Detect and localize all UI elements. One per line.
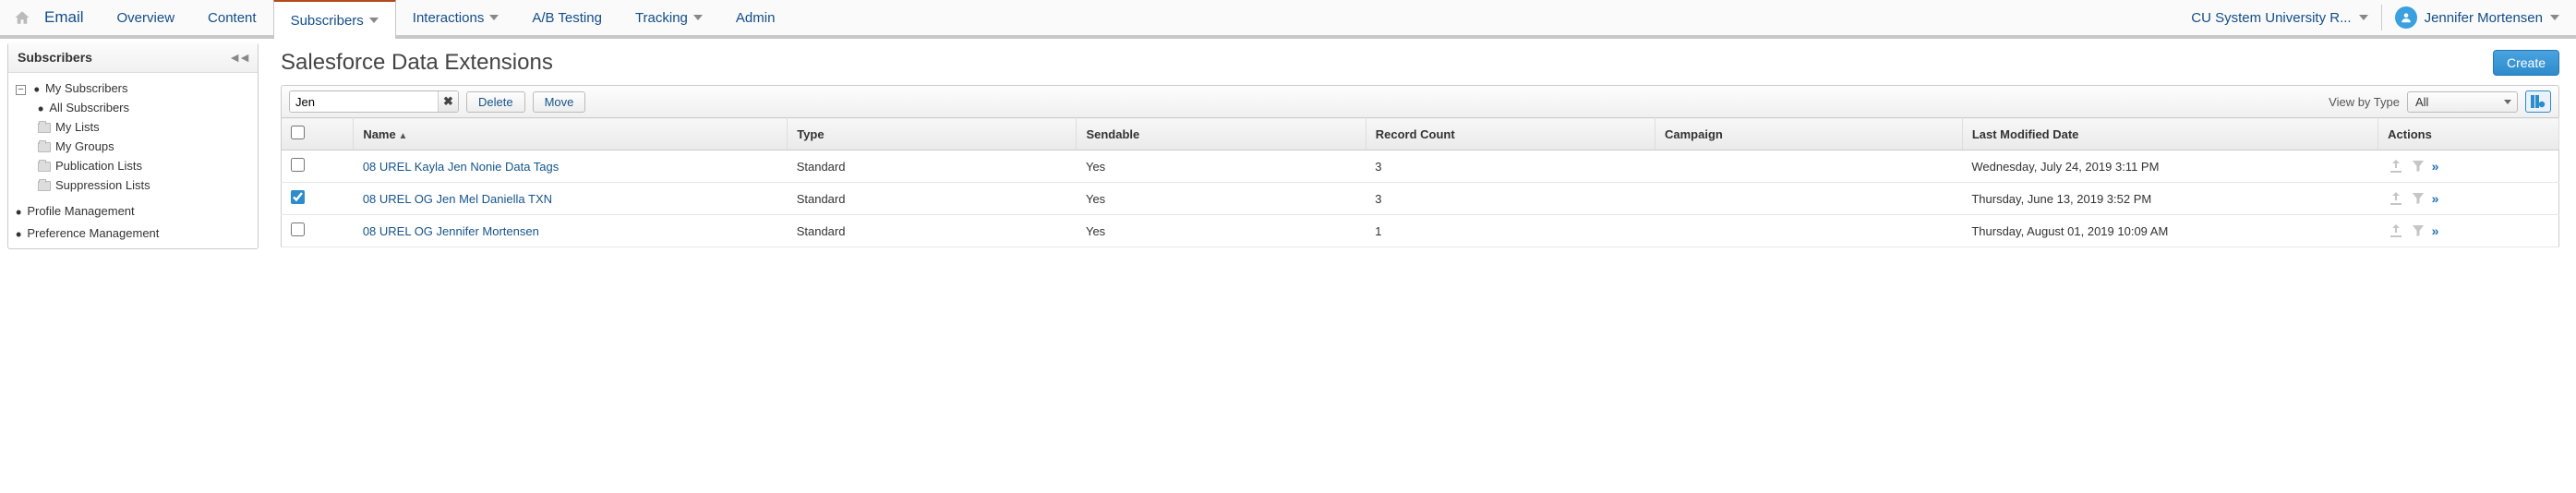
- column-header-type[interactable]: Type: [788, 118, 1077, 150]
- folder-icon: [38, 142, 51, 152]
- import-icon[interactable]: [2388, 223, 2404, 238]
- folder-icon: [38, 181, 51, 191]
- sidebar-item-my-groups[interactable]: My Groups: [55, 139, 114, 153]
- folder-icon: [38, 123, 51, 133]
- column-header-last-modified[interactable]: Last Modified Date: [1962, 118, 2377, 150]
- sidebar: Subscribers ◄◄ − My Subscribers All Subs…: [7, 42, 259, 249]
- row-checkbox[interactable]: [291, 158, 305, 172]
- nav-divider: [2381, 5, 2382, 30]
- row-sendable: Yes: [1077, 150, 1366, 183]
- row-sendable: Yes: [1077, 183, 1366, 215]
- column-header-checkbox: [282, 118, 354, 150]
- chevron-down-icon: [2550, 15, 2559, 20]
- row-campaign: [1655, 183, 1963, 215]
- collapse-icon[interactable]: ◄◄: [228, 50, 248, 65]
- more-actions-icon[interactable]: »: [2432, 191, 2439, 206]
- folder-icon: [38, 162, 51, 172]
- toolbar: ✖ Delete Move View by Type All: [281, 85, 2559, 117]
- filter-icon[interactable]: [2410, 223, 2426, 238]
- sidebar-item-preference-management[interactable]: Preference Management: [16, 226, 159, 240]
- import-icon[interactable]: [2388, 191, 2404, 206]
- row-sendable: Yes: [1077, 215, 1366, 247]
- row-type: Standard: [788, 215, 1077, 247]
- app-label[interactable]: Email: [39, 8, 101, 27]
- tab-subscribers[interactable]: Subscribers: [273, 0, 396, 39]
- row-name-link[interactable]: 08 UREL Kayla Jen Nonie Data Tags: [354, 150, 788, 183]
- chevron-down-icon: [2359, 15, 2368, 20]
- tab-a-b-testing[interactable]: A/B Testing: [515, 0, 619, 35]
- row-type: Standard: [788, 183, 1077, 215]
- nav-tabs: OverviewContentSubscribersInteractionsA/…: [101, 0, 792, 35]
- column-header-sendable[interactable]: Sendable: [1077, 118, 1366, 150]
- column-header-name[interactable]: Name: [354, 118, 788, 150]
- sidebar-item-all-subscribers[interactable]: All Subscribers: [38, 101, 129, 114]
- sidebar-item-suppression-lists[interactable]: Suppression Lists: [55, 178, 150, 192]
- top-nav: Email OverviewContentSubscribersInteract…: [0, 0, 2576, 39]
- table-row: 08 UREL Kayla Jen Nonie Data TagsStandar…: [282, 150, 2559, 183]
- row-type: Standard: [788, 150, 1077, 183]
- filter-icon[interactable]: [2410, 191, 2426, 206]
- row-last-modified: Thursday, August 01, 2019 10:09 AM: [1962, 215, 2377, 247]
- sidebar-tree: − My Subscribers All Subscribers My List…: [8, 73, 258, 248]
- data-extensions-table: Name Type Sendable Record Count Campaign…: [281, 117, 2559, 247]
- table-row: 08 UREL OG Jen Mel Daniella TXNStandardY…: [282, 183, 2559, 215]
- content-area: Salesforce Data Extensions Create ✖ Dele…: [259, 39, 2576, 249]
- user-menu[interactable]: Jennifer Mortensen: [2395, 6, 2559, 29]
- type-filter-select[interactable]: All: [2407, 91, 2518, 113]
- row-checkbox[interactable]: [291, 190, 305, 204]
- column-header-record-count[interactable]: Record Count: [1366, 118, 1655, 150]
- select-all-checkbox[interactable]: [291, 126, 305, 139]
- import-icon[interactable]: [2388, 159, 2404, 174]
- tab-tracking[interactable]: Tracking: [619, 0, 719, 35]
- sidebar-header: Subscribers ◄◄: [8, 42, 258, 73]
- filter-icon[interactable]: [2410, 159, 2426, 174]
- search-field: ✖: [289, 90, 459, 113]
- avatar-icon: [2395, 6, 2417, 29]
- sidebar-item-publication-lists[interactable]: Publication Lists: [55, 159, 142, 173]
- create-button[interactable]: Create: [2493, 50, 2559, 76]
- view-by-type-label: View by Type: [2329, 95, 2400, 109]
- row-checkbox[interactable]: [291, 222, 305, 236]
- row-record-count: 3: [1366, 150, 1655, 183]
- clear-search-icon[interactable]: ✖: [438, 91, 458, 112]
- sidebar-item-profile-management[interactable]: Profile Management: [16, 204, 135, 218]
- sidebar-item-my-lists[interactable]: My Lists: [55, 120, 100, 134]
- tab-content[interactable]: Content: [191, 0, 273, 35]
- column-header-actions: Actions: [2378, 118, 2559, 150]
- chevron-down-icon: [693, 15, 703, 20]
- column-header-campaign[interactable]: Campaign: [1655, 118, 1963, 150]
- row-name-link[interactable]: 08 UREL OG Jennifer Mortensen: [354, 215, 788, 247]
- chevron-down-icon: [2504, 100, 2511, 104]
- account-switcher[interactable]: CU System University R...: [2191, 10, 2367, 26]
- page-title: Salesforce Data Extensions: [281, 50, 553, 76]
- row-campaign: [1655, 150, 1963, 183]
- row-record-count: 1: [1366, 215, 1655, 247]
- row-last-modified: Wednesday, July 24, 2019 3:11 PM: [1962, 150, 2377, 183]
- move-button[interactable]: Move: [533, 91, 586, 113]
- row-name-link[interactable]: 08 UREL OG Jen Mel Daniella TXN: [354, 183, 788, 215]
- more-actions-icon[interactable]: »: [2432, 159, 2439, 174]
- home-icon: [14, 9, 30, 26]
- sidebar-title: Subscribers: [18, 50, 92, 65]
- tab-admin[interactable]: Admin: [719, 0, 792, 35]
- tab-overview[interactable]: Overview: [101, 0, 192, 35]
- columns-icon: [2531, 95, 2546, 108]
- tree-collapse-icon[interactable]: −: [16, 85, 26, 95]
- search-input[interactable]: [290, 92, 438, 112]
- column-settings-button[interactable]: [2525, 90, 2551, 113]
- row-record-count: 3: [1366, 183, 1655, 215]
- table-row: 08 UREL OG Jennifer MortensenStandardYes…: [282, 215, 2559, 247]
- sidebar-item-my-subscribers[interactable]: My Subscribers: [34, 81, 128, 95]
- more-actions-icon[interactable]: »: [2432, 223, 2439, 238]
- row-last-modified: Thursday, June 13, 2019 3:52 PM: [1962, 183, 2377, 215]
- tab-interactions[interactable]: Interactions: [396, 0, 516, 35]
- home-button[interactable]: [6, 1, 39, 34]
- chevron-down-icon: [369, 18, 379, 23]
- delete-button[interactable]: Delete: [466, 91, 525, 113]
- chevron-down-icon: [489, 15, 499, 20]
- row-campaign: [1655, 215, 1963, 247]
